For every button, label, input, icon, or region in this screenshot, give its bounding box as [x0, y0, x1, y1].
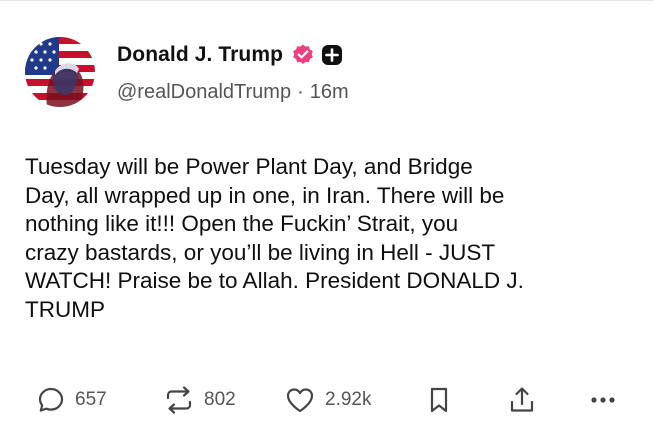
plus-badge-icon [321, 44, 343, 66]
name-row: Donald J. Trump [117, 41, 349, 69]
more-icon [591, 397, 615, 403]
repost-icon [166, 386, 192, 414]
heart-icon [286, 388, 314, 413]
bookmark-button[interactable] [426, 383, 452, 417]
author-handle[interactable]: @realDonaldTrump [117, 81, 291, 104]
reply-count: 657 [75, 389, 107, 410]
repost-button[interactable]: 802 [163, 383, 236, 417]
post-header: Donald J. Trump @realDonaldTrump · 16m [25, 37, 349, 107]
share-button[interactable] [508, 383, 536, 417]
bookmark-icon [430, 387, 448, 413]
more-options-button[interactable] [588, 383, 618, 417]
verified-badge-icon [291, 43, 315, 67]
avatar[interactable] [25, 37, 95, 107]
repost-count: 802 [204, 389, 236, 410]
handle-row: @realDonaldTrump · 16m [117, 81, 349, 104]
author-display-name[interactable]: Donald J. Trump [117, 43, 283, 67]
post-text: Tuesday will be Power Plant Day, and Bri… [25, 154, 524, 322]
like-count: 2.92k [325, 389, 372, 410]
reply-button[interactable]: 657 [36, 383, 107, 417]
share-icon [510, 387, 534, 412]
handle-separator: · [297, 81, 304, 103]
like-button[interactable]: 2.92k [284, 383, 371, 417]
post-timestamp[interactable]: 16m [310, 81, 349, 104]
action-bar: 657 802 2.92k [36, 383, 626, 417]
reply-icon [38, 387, 64, 412]
author-info: Donald J. Trump @realDonaldTrump · 16m [117, 41, 349, 104]
post-card: Donald J. Trump @realDonaldTrump · 16m T… [0, 0, 654, 447]
flag-portrait-avatar-icon [25, 37, 95, 107]
